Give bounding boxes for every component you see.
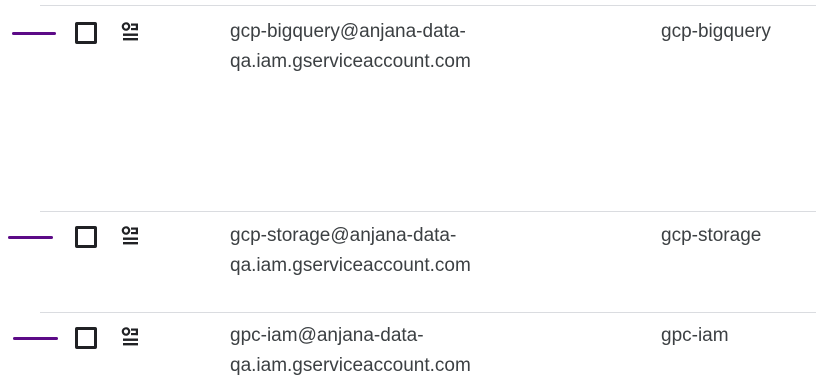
service-account-name: gpc-iam [661,325,729,346]
row-checkbox[interactable] [75,22,97,44]
service-account-icon [121,22,138,41]
email-line-2: qa.iam.gserviceaccount.com [230,51,471,72]
email-line-2: qa.iam.gserviceaccount.com [230,355,471,376]
email-line-2: qa.iam.gserviceaccount.com [230,255,471,276]
row-checkbox[interactable] [75,327,97,349]
row-marker [13,337,58,340]
service-account-email[interactable]: gpc-iam@anjana-data- qa.iam.gserviceacco… [230,321,471,381]
row-divider [40,5,816,6]
row-marker [12,32,56,35]
email-line-1: gpc-iam@anjana-data- [230,325,424,346]
row-marker [8,236,53,239]
email-line-1: gcp-storage@anjana-data- [230,225,457,246]
service-account-name: gcp-storage [661,225,762,246]
row-checkbox[interactable] [75,226,97,248]
row-divider [40,312,816,313]
service-account-name: gcp-bigquery [661,21,771,42]
service-account-icon [121,327,138,346]
service-account-email[interactable]: gcp-bigquery@anjana-data- qa.iam.gservic… [230,17,471,77]
service-account-email[interactable]: gcp-storage@anjana-data- qa.iam.gservice… [230,221,471,281]
email-line-1: gcp-bigquery@anjana-data- [230,21,466,42]
service-account-icon [121,226,138,245]
row-divider [40,211,816,212]
